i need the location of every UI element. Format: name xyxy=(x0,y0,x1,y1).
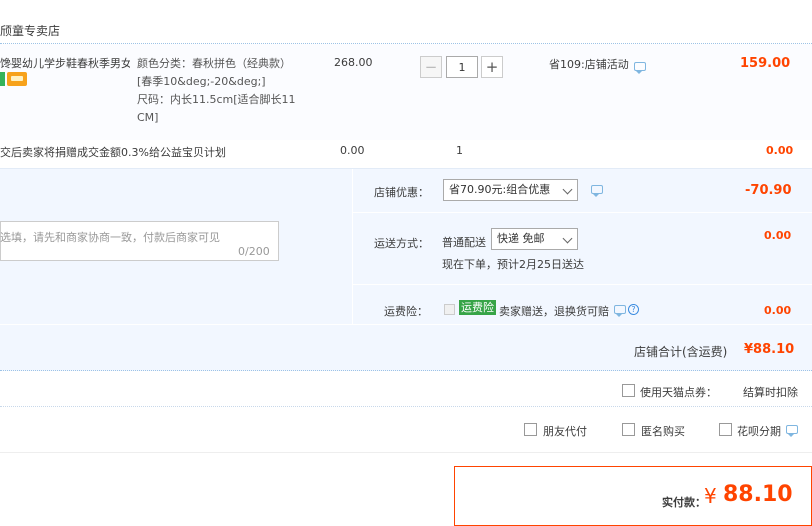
shipping-amount: 0.00 xyxy=(764,229,792,242)
anonymous-label: 匿名购买 xyxy=(641,425,685,438)
shop-total-value: ¥88.10 xyxy=(744,342,795,357)
huabei-checkbox[interactable] xyxy=(719,423,732,436)
charity-qty: 1 xyxy=(456,144,463,157)
insurance-chat-icon[interactable] xyxy=(614,305,626,317)
sku-size: 尺码：内长11.5cm[适合脚长11 xyxy=(137,93,296,106)
divider xyxy=(0,452,812,453)
sku-season: [春季10&deg;-20&deg;] xyxy=(137,75,266,88)
discount-selected: 省70.90元:组合优惠 xyxy=(449,183,551,196)
qty-decrease-button[interactable]: − xyxy=(420,56,442,78)
shipping-select[interactable]: 快递 免邮 xyxy=(491,228,578,250)
payment-label: 实付款： xyxy=(662,496,706,509)
charity-info: 交后卖家将捐赠成交金额0.3%给公益宝贝计划 xyxy=(0,146,226,159)
discount-chat-icon[interactable] xyxy=(591,185,603,197)
discount-amount: -70.90 xyxy=(745,183,792,198)
insurance-badge: 运费险 xyxy=(459,300,496,315)
huabei-chat-icon[interactable] xyxy=(786,425,798,437)
discount-label: 店铺优惠： xyxy=(374,186,429,199)
charity-subtotal: 0.00 xyxy=(766,144,794,157)
panel-divider xyxy=(352,212,812,213)
payment-currency: ¥ xyxy=(704,484,717,508)
help-icon[interactable]: ? xyxy=(628,304,639,315)
item-title-link[interactable]: 馋婴幼儿学步鞋春秋季男女... xyxy=(0,55,130,71)
sku-color: 颜色分类：春秋拼色（经典款） xyxy=(137,57,291,70)
item-subtotal: 159.00 xyxy=(740,56,791,71)
insurance-amount: 0.00 xyxy=(764,304,792,317)
friend-pay-label: 朋友代付 xyxy=(543,425,587,438)
sku-size-cont: CM] xyxy=(137,111,159,124)
shipping-label: 运送方式： xyxy=(374,237,429,250)
panel-divider xyxy=(352,284,812,285)
shipping-selected: 快递 免邮 xyxy=(497,232,545,245)
tmall-points-label: 使用天猫点券： xyxy=(640,386,717,399)
buyer-message-placeholder: 选填，请先和商家协商一致，付款后商家可见 xyxy=(0,231,220,244)
shop-name[interactable]: 颀童专卖店 xyxy=(0,22,60,39)
panel-divider xyxy=(0,324,812,325)
tmall-points-checkbox[interactable] xyxy=(622,384,635,397)
discount-select[interactable]: 省70.90元:组合优惠 xyxy=(443,179,578,201)
delivery-estimate: 现在下单，预计2月25日送达 xyxy=(442,258,584,271)
promo-chat-icon[interactable] xyxy=(634,62,646,74)
huabei-label: 花呗分期 xyxy=(737,425,781,438)
unit-price: 268.00 xyxy=(334,56,373,69)
chevron-down-icon xyxy=(562,233,573,244)
item-sku-info: 颜色分类：春秋拼色（经典款） [春季10&deg;-20&deg;] 尺码：内长… xyxy=(137,55,307,127)
payment-value: 88.10 xyxy=(723,482,793,507)
insurance-text: 卖家赠送，退换货可赔 xyxy=(499,305,609,318)
shop-total-label: 店铺合计(含运费) xyxy=(634,345,728,359)
card-badge-icon xyxy=(7,72,27,86)
panel-divider xyxy=(352,169,353,324)
insurance-label: 运费险： xyxy=(384,305,428,318)
charity-price: 0.00 xyxy=(340,144,365,157)
shipping-method: 普通配送 xyxy=(442,236,486,249)
anonymous-checkbox[interactable] xyxy=(622,423,635,436)
qty-input[interactable] xyxy=(446,56,478,78)
divider xyxy=(0,406,812,407)
settle-note: 结算时扣除 xyxy=(743,386,798,399)
qty-increase-button[interactable]: + xyxy=(481,56,503,78)
service-badge-icon xyxy=(0,72,5,86)
message-char-counter: 0/200 xyxy=(238,245,270,258)
insurance-checkbox xyxy=(444,304,455,315)
chevron-down-icon xyxy=(562,184,573,195)
friend-pay-checkbox[interactable] xyxy=(524,423,537,436)
promo-info: 省109:店铺活动 xyxy=(549,58,629,71)
